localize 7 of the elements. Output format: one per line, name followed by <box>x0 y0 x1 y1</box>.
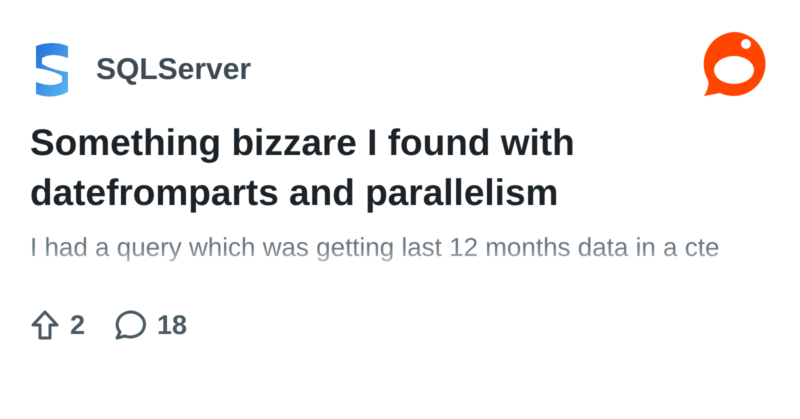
comment-count: 18 <box>157 310 188 340</box>
upvote-count: 2 <box>70 310 86 340</box>
post-body: I had a query which was getting last 12 months data in a cte <box>30 231 720 264</box>
upvote-icon <box>30 309 60 341</box>
post-title: Something bizzare I found with datefromparts and parallelism <box>30 121 576 215</box>
comment-icon <box>113 309 148 341</box>
community-name[interactable]: SQLServer <box>96 53 252 87</box>
